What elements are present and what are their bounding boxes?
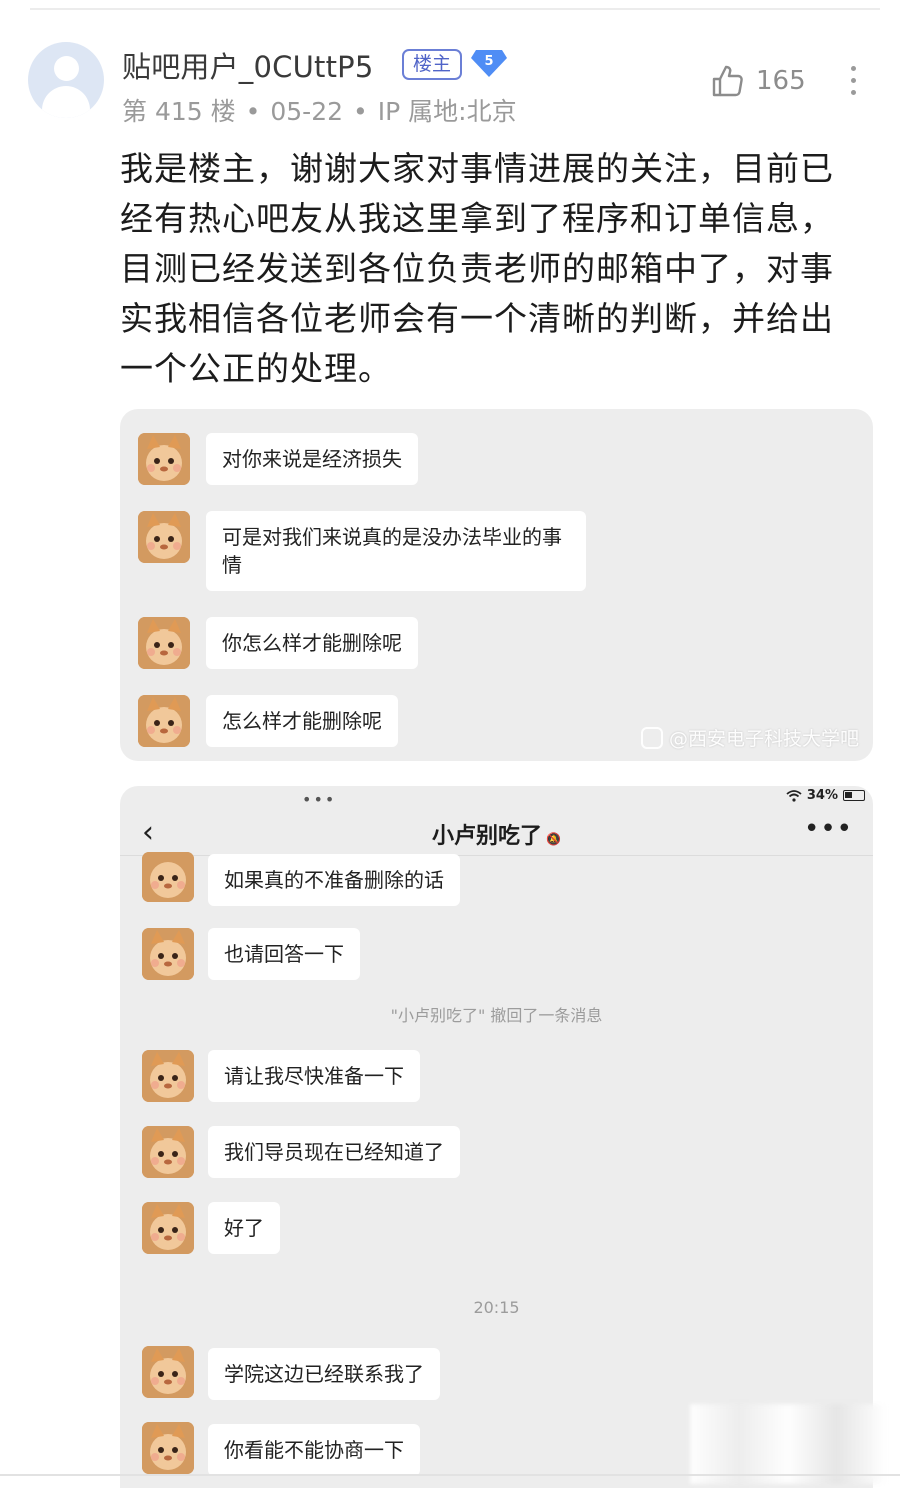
wifi-icon xyxy=(786,789,802,802)
post-date: 05-22 xyxy=(270,97,344,126)
chat-bubble: 也请回答一下 xyxy=(208,928,360,980)
watermark-text: @西安电子科技大学吧 xyxy=(668,728,859,750)
more-options-button[interactable] xyxy=(840,66,866,100)
svg-text:5: 5 xyxy=(484,54,493,69)
cat-avatar-icon xyxy=(142,1422,194,1474)
bottom-divider xyxy=(0,1474,900,1476)
status-bar: ••• 34% xyxy=(120,786,873,816)
top-divider xyxy=(30,8,880,10)
chat-title: 小卢别吃了 🔕 xyxy=(120,818,873,850)
chat-bubble: 请让我尽快准备一下 xyxy=(208,1050,420,1102)
chat-screenshot-2: ••• 34% ‹ 小卢别吃了 🔕 ••• 如果真的不准备删除的话 也请回答一下 … xyxy=(120,786,873,1488)
chat-bubble: 你看能不能协商一下 xyxy=(208,1424,420,1476)
chat-bubble: 怎么样才能删除呢 xyxy=(206,695,398,747)
chat-bubble: 学院这边已经联系我了 xyxy=(208,1348,440,1400)
vertical-dots-icon xyxy=(850,66,856,71)
post-body: 我是楼主，谢谢大家对事情进展的关注，目前已经有热心吧友从我这里拿到了程序和订单信… xyxy=(120,149,834,388)
cat-avatar-icon xyxy=(138,511,190,563)
username[interactable]: 贴吧用户_0CUttP5 xyxy=(122,44,374,86)
chat-header: ‹ 小卢别吃了 🔕 ••• xyxy=(120,814,873,856)
chat-bubble: 可是对我们来说真的是没办法毕业的事情 xyxy=(206,511,586,591)
chat-bubble: 好了 xyxy=(208,1202,280,1254)
cat-avatar-icon xyxy=(142,1202,194,1254)
cat-avatar-icon xyxy=(138,433,190,485)
op-badge: 楼主 xyxy=(402,49,462,80)
mute-icon: 🔕 xyxy=(546,832,561,846)
cat-avatar-icon xyxy=(142,1346,194,1398)
cat-avatar-icon xyxy=(138,695,190,747)
cat-avatar-icon xyxy=(138,617,190,669)
chat-timestamp: 20:15 xyxy=(473,1298,520,1317)
floor-number: 第 415 楼 xyxy=(122,97,236,126)
chat-title-text: 小卢别吃了 xyxy=(432,824,543,849)
like-button[interactable]: 165 xyxy=(710,64,806,98)
chat-bubble: 对你来说是经济损失 xyxy=(206,433,418,485)
cat-avatar-icon xyxy=(142,852,194,902)
chat-bubble: 你怎么样才能删除呢 xyxy=(206,617,418,669)
thumbs-up-icon xyxy=(712,65,743,97)
chat-bubble: 我们导员现在已经知道了 xyxy=(208,1126,460,1178)
ip-location: IP 属地:北京 xyxy=(377,97,517,126)
blurred-region xyxy=(690,1404,886,1484)
cat-avatar-icon xyxy=(142,928,194,980)
recall-notice: "小卢别吃了" 撤回了一条消息 xyxy=(390,1006,603,1025)
user-avatar[interactable] xyxy=(28,42,104,118)
battery-icon xyxy=(843,790,865,801)
cat-avatar-icon xyxy=(142,1126,194,1178)
cat-avatar-icon xyxy=(142,1050,194,1102)
tieba-logo-icon xyxy=(640,726,663,749)
status-indicators: 34% xyxy=(786,788,865,803)
chat-screenshot-1: 对你来说是经济损失 可是对我们来说真的是没办法毕业的事情 你怎么样才能删除呢 怎… xyxy=(120,409,873,761)
watermark: @西安电子科技大学吧 xyxy=(640,724,859,751)
battery-text: 34% xyxy=(806,788,838,803)
chat-menu-button[interactable]: ••• xyxy=(804,814,853,844)
like-count: 165 xyxy=(756,66,806,96)
post-meta: 第 415 楼 • 05-22 • IP 属地:北京 xyxy=(122,97,517,126)
chat-bubble: 如果真的不准备删除的话 xyxy=(208,854,460,906)
status-dots: ••• xyxy=(302,790,337,809)
level-badge-icon: 5 xyxy=(470,48,508,78)
